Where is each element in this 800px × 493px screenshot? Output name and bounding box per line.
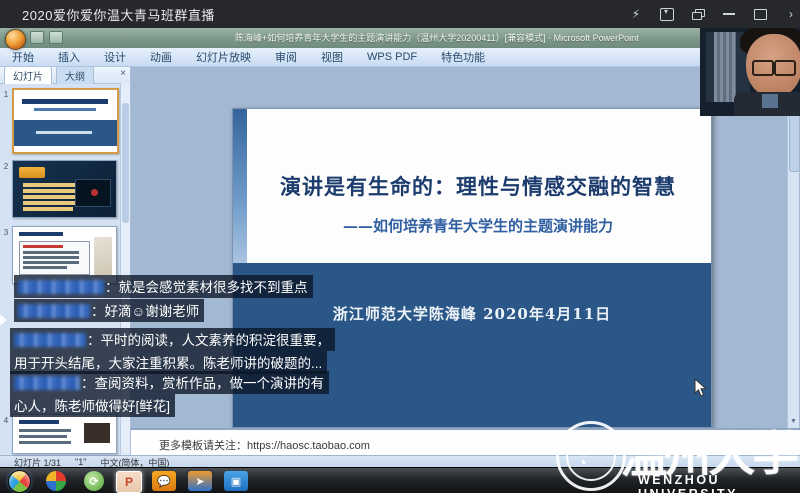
mini-title-bar: [22, 99, 108, 104]
notes-text: 更多模板请关注：https://haosc.taobao.com: [159, 437, 370, 453]
office-button-icon[interactable]: [5, 29, 26, 50]
chat-username-redacted: [18, 304, 90, 318]
maximize-icon[interactable]: [753, 7, 767, 21]
slide-title: 演讲是有生命的：理性与情感交融的智慧: [253, 171, 703, 201]
tab-review[interactable]: 审阅: [263, 48, 309, 66]
chat-text: ：查阅资料，赏析作品，做一个演讲的有: [81, 376, 324, 391]
chat-message: ：就是会感觉素材很多找不到重点: [14, 275, 313, 298]
sync-app-icon[interactable]: ⟳: [84, 471, 104, 491]
tab-special[interactable]: 特色功能: [429, 48, 497, 66]
tab-slides[interactable]: 幻灯片: [4, 66, 52, 84]
tab-design[interactable]: 设计: [92, 48, 138, 66]
multi-window-icon[interactable]: [691, 7, 705, 21]
broadcast-title: 2020爱你爱你温大青马班群直播: [22, 5, 215, 24]
curtain: [714, 32, 736, 102]
mini-band: [14, 120, 117, 146]
mini-subtitle-bar: [34, 108, 96, 111]
tab-wps-pdf[interactable]: WPS PDF: [355, 48, 429, 66]
chat-message: ：查阅资料，赏析作品，做一个演讲的有 心人，陈老师做得好[鲜花]: [10, 371, 329, 417]
thumb-number: 4: [1, 416, 11, 425]
quick-access-toolbar: [30, 31, 63, 44]
thumbnail-row: 2: [2, 160, 118, 222]
popup-window-icon[interactable]: [660, 7, 674, 21]
mini-tag: [19, 167, 45, 178]
tab-home[interactable]: 开始: [0, 48, 46, 66]
pinwheel-app-icon[interactable]: [46, 471, 66, 491]
chat-text: ：就是会感觉素材很多找不到重点: [105, 280, 308, 295]
thumbnail-row: 1: [2, 88, 118, 158]
tab-outline[interactable]: 大纲: [56, 66, 94, 84]
thumb-number: 2: [1, 162, 11, 171]
slide-left-stripe: [233, 109, 247, 263]
chat-text: ：平时的阅读，人文素养的积淀很重要，: [87, 333, 330, 348]
notes-pane[interactable]: 更多模板请关注：https://haosc.taobao.com: [131, 428, 800, 457]
chat-username-redacted: [18, 280, 104, 294]
chat-username-redacted: [14, 333, 86, 347]
tab-insert[interactable]: 插入: [46, 48, 92, 66]
slide-thumbnail-2[interactable]: [12, 160, 117, 218]
chat-text: ：好滴☺谢谢老师: [91, 304, 199, 319]
close-icon[interactable]: ›: [784, 7, 798, 21]
slide-subtitle: ——如何培养青年大学生的主题演讲能力: [253, 215, 703, 236]
slide-thumbnail-4[interactable]: [12, 414, 117, 454]
slide-thumbnail-1[interactable]: [12, 88, 119, 154]
ppt-window-title: 陈海峰+如何培养青年大学生的主题演讲能力（温州大学20200411）[兼容模式]…: [235, 31, 665, 44]
briefcase-app-icon[interactable]: ▣: [224, 471, 248, 491]
minimize-icon[interactable]: [722, 7, 736, 21]
webcam-video: [700, 28, 800, 116]
screen: 2020爱你爱你温大青马班群直播 ⚡ › 陈海峰+如何培养青年大学生的主题演讲能…: [0, 0, 800, 493]
chat-message: ：平时的阅读，人文素养的积淀很重要， 用于开头结尾，大家注重积累。陈老师讲的破题…: [10, 328, 335, 374]
thumb-number: 1: [1, 90, 11, 99]
pane-close-icon[interactable]: ×: [120, 68, 126, 79]
theme-name: "1": [75, 457, 86, 467]
chat-message: ：好滴☺谢谢老师: [14, 299, 204, 322]
lightning-icon[interactable]: ⚡: [629, 7, 643, 21]
save-icon[interactable]: [30, 31, 44, 44]
thumb-number: 3: [1, 228, 11, 237]
undo-icon[interactable]: [49, 31, 63, 44]
chat-username-redacted: [14, 376, 80, 390]
glasses-icon: [752, 60, 798, 73]
windows-taskbar: ⟳ P 💬 ➤ ▣: [0, 467, 800, 493]
pane-tab-bar: 幻灯片 大纲 ×: [0, 66, 130, 84]
powerpoint-app-icon[interactable]: P: [116, 471, 142, 493]
tab-view[interactable]: 视图: [309, 48, 355, 66]
ribbon-tab-bar: 开始 插入 设计 动画 幻灯片放映 审阅 视图 WPS PDF 特色功能: [0, 48, 800, 67]
chat-text: 用于开头结尾，大家注重积累。陈老师讲的破题的...: [14, 356, 322, 371]
thumbnail-row: 4: [2, 414, 118, 454]
broadcast-window-controls: ⚡ ›: [629, 0, 798, 28]
slide-author-date: 浙江师范大学陈海峰 2020年4月11日: [233, 303, 711, 324]
presenter-collar: [762, 94, 778, 108]
broadcast-title-bar: 2020爱你爱你温大青马班群直播 ⚡ ›: [0, 0, 800, 28]
pane-scrollbar-thumb[interactable]: [122, 103, 129, 223]
chat-app-icon[interactable]: 💬: [152, 471, 176, 491]
tab-animation[interactable]: 动画: [138, 48, 184, 66]
scroll-down-icon[interactable]: ▼: [788, 416, 799, 428]
slide-vertical-scrollbar[interactable]: ▲ ▼: [787, 66, 799, 428]
tab-slideshow[interactable]: 幻灯片放映: [184, 48, 263, 66]
edge-marker-icon: [0, 314, 7, 326]
mini-image: [84, 423, 110, 443]
mouse-cursor-icon: [694, 378, 708, 398]
chat-text: 心人，陈老师做得好[鲜花]: [14, 399, 170, 414]
start-button[interactable]: [8, 470, 31, 493]
compass-app-icon[interactable]: ➤: [188, 471, 212, 491]
